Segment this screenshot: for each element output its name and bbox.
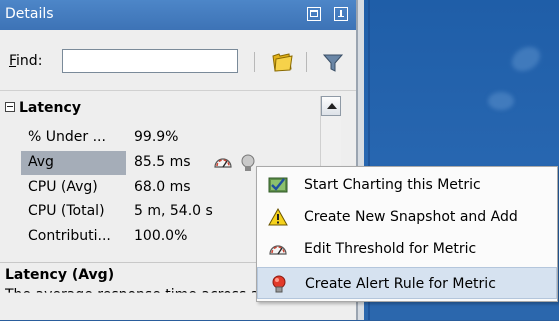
- collapse-icon[interactable]: [5, 102, 15, 112]
- section-label: Latency: [19, 100, 81, 116]
- find-label: Find:: [9, 53, 43, 69]
- filter-icon[interactable]: [322, 53, 344, 73]
- gauge-icon: [269, 245, 287, 255]
- background-shape: [488, 92, 514, 110]
- find-input[interactable]: [62, 49, 238, 73]
- panel-titlebar: Details: [0, 0, 356, 30]
- menu-item-create-alert-rule[interactable]: Create Alert Rule for Metric: [257, 267, 557, 299]
- metric-name: CPU (Avg): [28, 179, 98, 195]
- folder-icon[interactable]: [270, 51, 294, 73]
- scroll-up-button[interactable]: [321, 96, 341, 116]
- metric-name: Contributi...: [28, 228, 111, 244]
- metric-name: Avg: [28, 154, 54, 170]
- alert-bulb-icon: [272, 275, 286, 293]
- find-bar: Find:: [0, 30, 356, 91]
- pin-button[interactable]: [334, 7, 348, 21]
- menu-item-label: Create New Snapshot and Add: [304, 209, 518, 225]
- gauge-icon[interactable]: [213, 155, 233, 169]
- metric-value: 85.5 ms: [134, 154, 191, 170]
- menu-item-create-snapshot[interactable]: Create New Snapshot and Add: [257, 201, 557, 233]
- metric-value: 99.9%: [134, 129, 179, 145]
- description-text: The average response time across all: [5, 287, 268, 303]
- menu-item-start-charting[interactable]: Start Charting this Metric: [257, 169, 557, 201]
- description-title: Latency (Avg): [5, 267, 115, 283]
- metric-value: 5 m, 54.0 s: [134, 203, 213, 219]
- metric-name: CPU (Total): [28, 203, 105, 219]
- tree-section-latency[interactable]: Latency: [5, 100, 81, 116]
- maximize-button[interactable]: [307, 7, 321, 21]
- alert-bulb-icon[interactable]: [238, 153, 258, 173]
- menu-item-label: Start Charting this Metric: [304, 177, 481, 193]
- panel-title: Details: [5, 6, 54, 22]
- metric-value: 100.0%: [134, 228, 188, 244]
- metric-name: % Under ...: [28, 129, 106, 145]
- context-menu: Start Charting this Metric Create New Sn…: [256, 166, 558, 302]
- menu-item-label: Create Alert Rule for Metric: [305, 276, 496, 292]
- background-shape: [507, 41, 545, 77]
- warning-icon: [268, 208, 288, 226]
- menu-item-edit-threshold[interactable]: Edit Threshold for Metric: [257, 233, 557, 265]
- toolbar-separator: [306, 52, 307, 72]
- menu-item-label: Edit Threshold for Metric: [304, 241, 477, 257]
- metric-value: 68.0 ms: [134, 179, 191, 195]
- chart-check-icon: [268, 177, 288, 193]
- toolbar-separator: [254, 52, 255, 72]
- tree-row[interactable]: % Under ... 99.9%: [0, 126, 320, 150]
